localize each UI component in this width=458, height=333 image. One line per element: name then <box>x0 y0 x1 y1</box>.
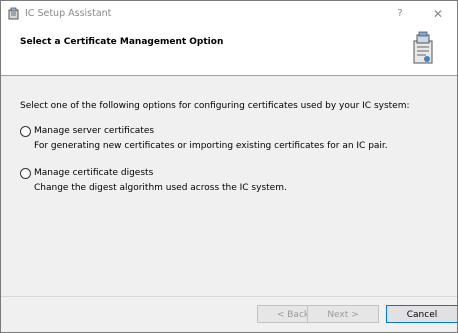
window-title: IC Setup Assistant <box>25 8 112 19</box>
setup-dialog: IC Setup Assistant ? ✕ Select a Certific… <box>0 0 458 333</box>
page-title: Select a Certificate Management Option <box>20 37 224 47</box>
instructions-text: Select one of the following options for … <box>20 101 410 111</box>
app-icon <box>7 7 20 20</box>
footer-divider <box>1 296 457 297</box>
wizard-header: Select a Certificate Management Option <box>1 27 457 76</box>
option-description: Change the digest algorithm used across … <box>34 183 287 193</box>
title-bar[interactable]: IC Setup Assistant ? ✕ <box>1 1 457 27</box>
setup-wizard-icon <box>411 31 435 65</box>
close-button[interactable]: ✕ <box>429 5 447 23</box>
radio-manage-certificate-digests[interactable] <box>20 168 31 179</box>
help-button[interactable]: ? <box>391 5 409 23</box>
option-label[interactable]: Manage server certificates <box>34 126 154 136</box>
option-description: For generating new certificates or impor… <box>34 141 388 151</box>
cancel-button[interactable]: Cancel <box>386 305 457 323</box>
next-button[interactable]: Next > <box>307 305 379 323</box>
option-label[interactable]: Manage certificate digests <box>34 168 153 178</box>
radio-manage-server-certificates[interactable] <box>20 126 31 137</box>
